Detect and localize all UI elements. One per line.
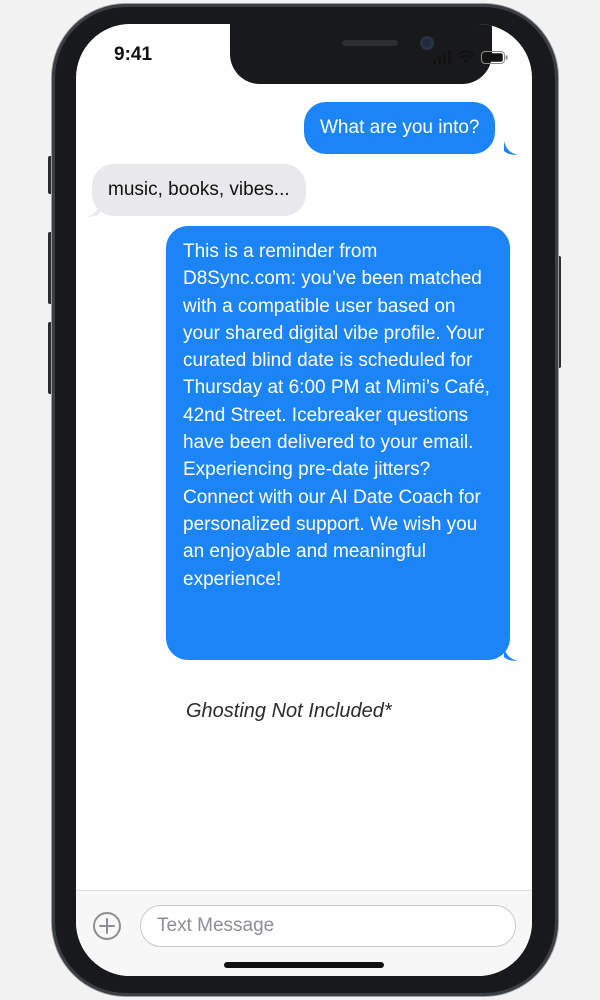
message-bubble-received: music, books, vibes... [92, 164, 306, 216]
home-indicator[interactable] [224, 962, 384, 968]
bubble-tail [86, 203, 100, 217]
footnote: Ghosting Not Included* [186, 700, 392, 722]
earpiece-speaker [342, 40, 398, 46]
phone-screen: 9:41 What are you into? music, books, vi… [76, 24, 532, 976]
status-icons [433, 46, 508, 64]
cellular-signal-icon [433, 50, 451, 64]
front-camera [420, 36, 434, 50]
message-bubble-sent: What are you into? [304, 102, 496, 154]
message-thread: What are you into? music, books, vibes..… [76, 86, 532, 886]
bubble-tail [504, 647, 518, 661]
message-bubble-sent: This is a reminder from D8Sync.com: you’… [166, 226, 510, 660]
plus-circle-icon[interactable] [92, 911, 122, 941]
status-time: 9:41 [114, 44, 153, 65]
page: 9:41 What are you into? music, books, vi… [0, 0, 600, 1000]
wifi-icon [457, 50, 475, 64]
bubble-tail [504, 141, 518, 155]
message-input[interactable] [140, 905, 516, 947]
battery-icon [481, 51, 508, 64]
